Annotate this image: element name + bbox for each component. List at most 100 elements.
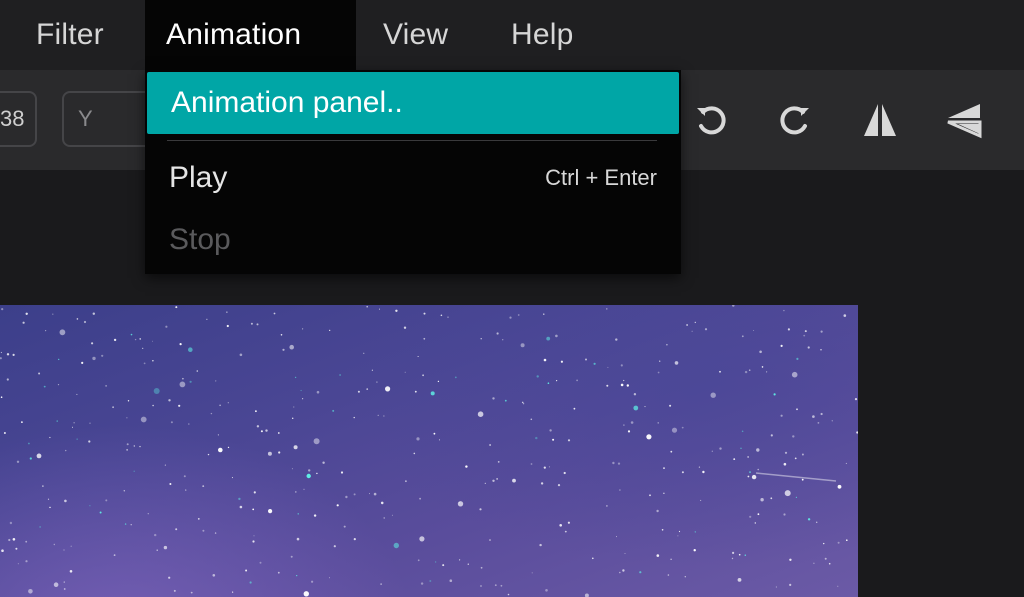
flip-horizontal-icon[interactable] [860,100,900,140]
star [91,342,94,345]
star [700,499,702,501]
star [807,518,811,521]
star [289,344,295,350]
position-x-field[interactable]: 38 [0,91,37,147]
star [245,569,248,572]
star [89,422,91,424]
star [112,406,114,409]
star [813,562,815,564]
star [377,414,379,416]
star [353,493,356,496]
star [0,396,3,398]
star [753,330,755,331]
star [239,353,243,357]
star [142,347,144,349]
star [770,434,773,437]
menu-item-play[interactable]: Play Ctrl + Enter [145,148,681,208]
flip-vertical-icon[interactable] [944,100,984,140]
menu-help[interactable]: Help [511,0,574,70]
menu-view[interactable]: View [383,0,448,70]
redo-icon[interactable] [775,100,815,140]
star [113,554,116,556]
star [101,354,104,357]
star [282,348,285,351]
star [239,505,243,509]
star [329,577,330,579]
star [16,460,20,463]
star [185,489,187,491]
star [691,330,693,332]
star [12,538,16,541]
star [617,462,621,465]
star [555,334,558,338]
star [147,513,149,515]
canvas-image[interactable] [0,305,858,597]
star [253,491,256,494]
star [252,508,255,511]
menu-view-label: View [383,18,449,51]
star [293,445,298,450]
star [783,309,785,312]
star [339,374,341,376]
star [294,376,297,379]
star [308,469,311,472]
star [64,499,67,503]
menu-item-animation-panel-label: Animation panel.. [171,86,403,119]
star [530,463,533,465]
star [76,438,78,440]
star [546,336,551,341]
star [143,362,146,365]
undo-icon[interactable] [691,100,731,140]
star [626,384,629,387]
star [807,346,810,349]
star [49,436,51,439]
star [657,371,660,374]
star [303,488,305,490]
star [480,566,483,569]
star [152,360,154,362]
star [383,517,385,519]
star [3,432,6,434]
star [627,430,631,433]
star [280,334,283,336]
star [277,571,280,574]
star [719,370,721,373]
star [560,360,564,363]
star [843,314,847,317]
star [21,421,23,423]
star [15,547,18,550]
star [92,312,96,315]
star [253,535,255,537]
star [761,366,764,368]
star [227,402,229,404]
star [616,536,617,538]
star [737,578,742,582]
star [670,558,672,560]
star [710,392,716,398]
star [227,446,230,449]
star [754,522,756,524]
star [698,466,701,468]
star [260,430,263,433]
star [105,499,108,502]
star [265,429,268,432]
menu-filter[interactable]: Filter [36,0,104,70]
star [52,313,54,315]
star [854,398,858,401]
star [202,485,205,487]
star [663,492,665,494]
star [413,452,416,455]
star [152,340,153,342]
star [484,482,486,484]
menu-animation[interactable]: Animation [145,0,356,70]
star [420,582,424,585]
menu-item-animation-panel[interactable]: Animation panel.. [147,72,679,134]
star [749,515,752,518]
star [563,471,566,475]
star [545,589,548,592]
star [1,549,4,552]
star [620,364,623,367]
star [556,380,558,382]
star [47,498,50,500]
star [661,529,664,531]
